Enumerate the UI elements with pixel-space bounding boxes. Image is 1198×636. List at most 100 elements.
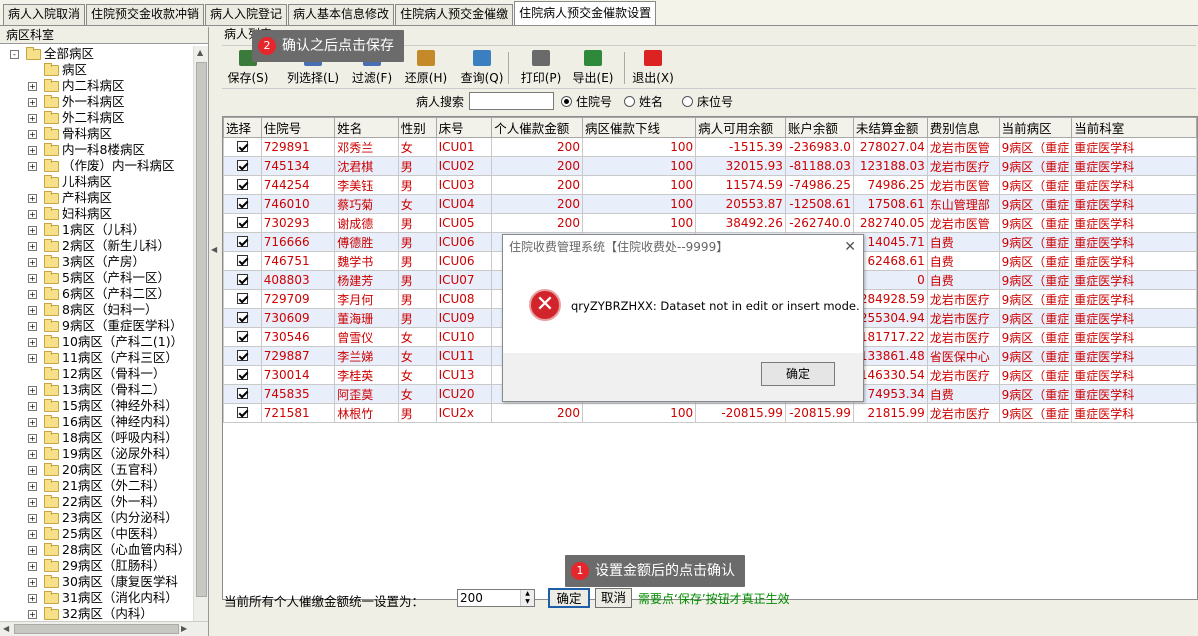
table-cell[interactable]: 重症医学科 [1071,175,1197,195]
table-cell[interactable]: 100 [581,403,697,423]
table-cell[interactable]: 沈君棋 [334,156,399,176]
table-row[interactable]: 729891 邓秀兰女 ICU01 200 100 -1515.39 -236983.0 27… [223,137,1197,157]
checkbox-checked-icon[interactable] [236,141,248,152]
table-cell[interactable]: 133861.48 [852,346,928,366]
table-cell[interactable]: 21815.99 [852,403,928,423]
table-cell[interactable]: 男 [397,251,437,271]
expand-icon[interactable]: + [28,290,37,299]
table-cell[interactable]: 255304.94 [852,308,928,328]
scroll-right-icon[interactable]: ▶ [181,624,187,633]
table-cell[interactable]: 9病区（重症 [998,384,1073,404]
table-cell[interactable]: 李美钰 [334,175,399,195]
table-cell[interactable]: 谢成德 [334,213,399,233]
tree-item[interactable]: + 外二科病区 [0,110,193,126]
table-cell[interactable]: 龙岩市医疗 [926,289,1000,309]
select-cell[interactable] [223,251,262,271]
table-cell[interactable]: 721581 [260,403,336,423]
tree-item[interactable]: +5病区（产科一区） [0,270,193,286]
table-cell[interactable]: 200 [491,175,583,195]
table-cell[interactable]: 男 [397,270,437,290]
scroll-left-icon[interactable]: ◀ [3,624,9,633]
table-cell[interactable]: 9病区（重症 [998,194,1073,214]
table-cell[interactable]: 男 [397,232,437,252]
expand-icon[interactable]: + [28,514,37,523]
table-row[interactable]: 744254 李美钰男 ICU03 200 100 11574.59 -74986.25 74… [223,175,1197,195]
select-cell[interactable] [223,403,262,423]
bulk-amount-value[interactable]: 200 [460,591,483,605]
tab-4[interactable]: 住院病人预交金催缴 [395,4,514,25]
table-cell[interactable]: 男 [397,213,437,233]
column-header[interactable]: 当前病区 [998,117,1073,138]
table-cell[interactable]: 745134 [260,156,336,176]
table-cell[interactable]: ICU04 [435,194,493,214]
table-cell[interactable]: 重症医学科 [1071,270,1197,290]
close-icon[interactable]: ✕ [844,240,856,254]
table-cell[interactable]: 自费 [926,384,1000,404]
table-cell[interactable]: 11574.59 [695,175,786,195]
table-cell[interactable]: 282740.05 [852,213,928,233]
tree-item[interactable]: +16病区（神经内科） [0,414,193,430]
tree-item[interactable]: +29病区（肛肠科） [0,558,193,574]
table-cell[interactable]: 74986.25 [852,175,928,195]
column-header[interactable]: 当前科室 [1071,117,1197,138]
toolbar-button-5[interactable]: 打印(P) [518,50,564,86]
table-cell[interactable]: 716666 [260,232,336,252]
select-cell[interactable] [223,156,262,176]
table-cell[interactable]: 730609 [260,308,336,328]
table-cell[interactable]: 李兰娣 [334,346,399,366]
expand-icon[interactable]: + [28,210,37,219]
column-header[interactable]: 病人可用余额 [695,117,786,138]
table-cell[interactable]: 9病区（重症 [998,365,1073,385]
expand-icon[interactable]: + [28,466,37,475]
table-cell[interactable]: 730293 [260,213,336,233]
table-row[interactable]: 746010 蔡巧菊女 ICU04 200 100 20553.87 -12508.61 17… [223,194,1197,214]
tree-item[interactable]: +11病区（产科三区） [0,350,193,366]
table-cell[interactable]: -12508.61 [784,194,854,214]
table-cell[interactable]: 14045.71 [852,232,928,252]
toolbar-button-7[interactable]: 退出(X) [630,50,676,86]
tree-item[interactable]: + 内一科8楼病区 [0,142,193,158]
column-header[interactable]: 账户余额 [784,117,854,138]
table-cell[interactable]: 730014 [260,365,336,385]
table-cell[interactable]: 重症医学科 [1071,365,1197,385]
panel-splitter[interactable]: ◀ [210,27,219,636]
table-cell[interactable]: 9病区（重症 [998,289,1073,309]
select-cell[interactable] [223,384,262,404]
tab-5[interactable]: 住院病人预交金催款设置 [514,1,657,25]
table-cell[interactable]: ICU06 [435,232,493,252]
table-cell[interactable]: 男 [397,156,437,176]
table-cell[interactable]: 729891 [260,137,336,157]
tab-3[interactable]: 病人基本信息修改 [288,4,395,25]
tree-item[interactable]: +8病区（妇科一） [0,302,193,318]
table-cell[interactable]: 729709 [260,289,336,309]
tree-item[interactable]: +13病区（骨科二） [0,382,193,398]
tab-1[interactable]: 住院预交金收款冲销 [86,4,205,25]
checkbox-checked-icon[interactable] [236,255,248,266]
checkbox-checked-icon[interactable] [236,331,248,342]
column-header[interactable]: 未结算金额 [852,117,928,138]
table-cell[interactable]: 重症医学科 [1071,137,1197,157]
expand-icon[interactable]: + [28,194,37,203]
tree-item[interactable]: +20病区（五官科） [0,462,193,478]
select-cell[interactable] [223,289,262,309]
collapse-arrow-icon[interactable]: ◀ [211,245,217,254]
table-cell[interactable]: 729887 [260,346,336,366]
tree-item[interactable]: +25病区（中医科） [0,526,193,542]
table-row[interactable]: 745134 沈君棋男 ICU02 200 100 32015.93 -81188.03 12… [223,156,1197,176]
table-cell[interactable]: ICU13 [435,365,493,385]
table-cell[interactable]: 17508.61 [852,194,928,214]
table-cell[interactable]: 重症医学科 [1071,194,1197,214]
table-cell[interactable]: 阿歪莫 [334,384,399,404]
checkbox-checked-icon[interactable] [236,217,248,228]
tree-item[interactable]: +19病区（泌尿外科） [0,446,193,462]
table-cell[interactable]: 重症医学科 [1071,156,1197,176]
table-cell[interactable]: -1515.39 [695,137,786,157]
table-cell[interactable]: 省医保中心 [926,346,1000,366]
table-cell[interactable]: 9病区（重症 [998,137,1073,157]
radio-dot-icon[interactable] [624,96,635,107]
table-cell[interactable]: 重症医学科 [1071,251,1197,271]
table-cell[interactable]: 傅德胜 [334,232,399,252]
tree-vertical-scroll-thumb[interactable] [196,62,207,597]
table-cell[interactable]: 200 [491,213,583,233]
toolbar-button-6[interactable]: 导出(E) [568,50,618,86]
